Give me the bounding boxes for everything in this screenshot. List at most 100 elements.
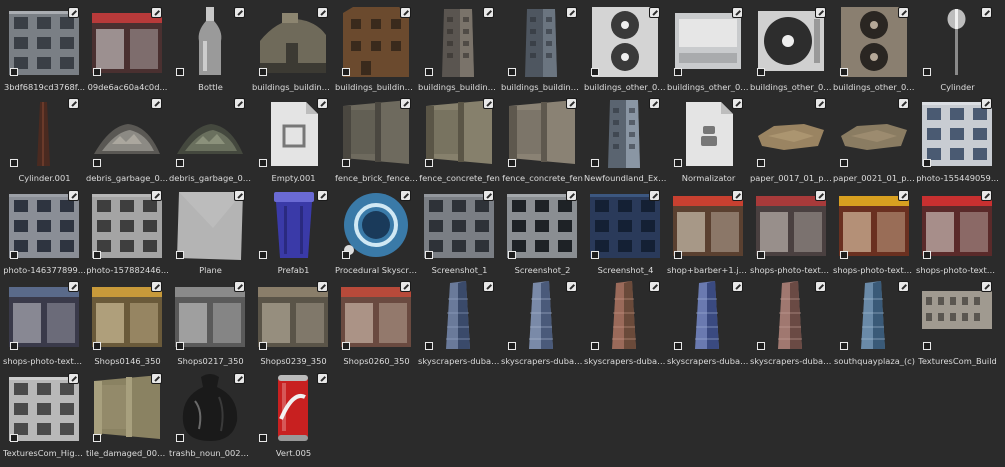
asset-tile[interactable]: skyscrapers-dubai-... <box>667 276 750 367</box>
edit-icon[interactable] <box>732 7 743 18</box>
asset-tile[interactable]: shop+barber+1.jp... <box>667 185 750 276</box>
edit-icon[interactable] <box>566 281 577 293</box>
asset-tile[interactable]: paper_0017_01_pr... <box>750 93 833 184</box>
edit-icon[interactable] <box>566 7 577 18</box>
asset-tile[interactable]: TexturesCom_High... <box>3 368 86 459</box>
edit-icon[interactable] <box>317 7 328 18</box>
edit-icon[interactable] <box>234 372 245 384</box>
asset-tile[interactable]: buildings_other_00... <box>833 2 916 93</box>
asset-tile[interactable]: shops-photo-textur... <box>3 276 86 367</box>
asset-tile[interactable]: photo-155449059... <box>916 93 999 184</box>
asset-tile[interactable]: Newfoundland_Ext-... <box>584 93 667 184</box>
asset-tile[interactable]: Plane <box>169 185 252 276</box>
edit-icon[interactable] <box>151 98 162 110</box>
asset-tile[interactable]: debris_garbage_00... <box>86 93 169 184</box>
asset-tile[interactable]: photo-146377899... <box>3 185 86 276</box>
asset-tile[interactable]: TexturesCom_Build <box>916 276 999 367</box>
asset-tile[interactable]: Procedural Skyscra... <box>335 185 418 276</box>
asset-tile[interactable]: fence_concrete_fen <box>418 93 501 184</box>
asset-tile[interactable]: 3bdf6819cd3768f... <box>3 2 86 93</box>
asset-tile[interactable]: Shops0217_350 <box>169 276 252 367</box>
edit-icon[interactable] <box>317 281 328 293</box>
asset-tile[interactable]: buildings_buildings... <box>252 2 335 93</box>
edit-icon[interactable] <box>151 281 162 293</box>
asset-tile[interactable]: skyscrapers-dubai-... <box>750 276 833 367</box>
edit-icon[interactable] <box>649 98 660 110</box>
edit-icon[interactable] <box>649 7 660 18</box>
edit-icon[interactable] <box>317 98 328 110</box>
asset-tile[interactable]: skyscrapers-dubai-... <box>418 276 501 367</box>
asset-tile[interactable]: buildings_buildings... <box>335 2 418 93</box>
edit-icon[interactable] <box>815 98 826 110</box>
edit-icon[interactable] <box>68 189 79 201</box>
asset-tile[interactable]: Screenshot_1 <box>418 185 501 276</box>
edit-icon[interactable] <box>815 189 826 201</box>
edit-icon[interactable] <box>317 189 328 201</box>
edit-icon[interactable] <box>400 281 411 293</box>
edit-icon[interactable] <box>732 189 743 201</box>
edit-icon[interactable] <box>732 281 743 293</box>
edit-icon[interactable] <box>68 7 79 18</box>
edit-icon[interactable] <box>898 7 909 18</box>
asset-tile[interactable]: fence_concrete_fen <box>501 93 584 184</box>
asset-tile[interactable]: Shops0239_350 <box>252 276 335 367</box>
asset-tile[interactable]: Normalizator <box>667 93 750 184</box>
edit-icon[interactable] <box>483 7 494 18</box>
edit-icon[interactable] <box>68 98 79 110</box>
edit-icon[interactable] <box>317 372 328 384</box>
edit-icon[interactable] <box>649 281 660 293</box>
asset-tile[interactable]: Screenshot_2 <box>501 185 584 276</box>
edit-icon[interactable] <box>483 281 494 293</box>
asset-tile[interactable]: Screenshot_4 <box>584 185 667 276</box>
asset-tile[interactable]: trashb_noun_002_... <box>169 368 252 459</box>
asset-tile[interactable]: 09de6ac60a4c0d... <box>86 2 169 93</box>
asset-tile[interactable]: buildings_other_00... <box>667 2 750 93</box>
edit-icon[interactable] <box>68 372 79 384</box>
asset-tile[interactable]: Shops0260_350 <box>335 276 418 367</box>
asset-tile[interactable]: Shops0146_350 <box>86 276 169 367</box>
asset-tile[interactable]: tile_damaged_000... <box>86 368 169 459</box>
edit-icon[interactable] <box>234 281 245 293</box>
edit-icon[interactable] <box>400 189 411 201</box>
edit-icon[interactable] <box>981 98 992 110</box>
edit-icon[interactable] <box>483 98 494 110</box>
edit-icon[interactable] <box>981 7 992 18</box>
edit-icon[interactable] <box>981 281 992 293</box>
asset-tile[interactable]: debris_garbage_00... <box>169 93 252 184</box>
edit-icon[interactable] <box>400 98 411 110</box>
asset-tile[interactable]: buildings_buildings... <box>501 2 584 93</box>
edit-icon[interactable] <box>566 189 577 201</box>
asset-tile[interactable]: Cylinder <box>916 2 999 93</box>
edit-icon[interactable] <box>151 372 162 384</box>
edit-icon[interactable] <box>151 7 162 18</box>
asset-tile[interactable]: southquayplaza_(c) <box>833 276 916 367</box>
edit-icon[interactable] <box>898 189 909 201</box>
edit-icon[interactable] <box>234 7 245 18</box>
edit-icon[interactable] <box>649 189 660 201</box>
asset-tile[interactable]: Bottle <box>169 2 252 93</box>
asset-tile[interactable]: paper_0021_01_pr... <box>833 93 916 184</box>
edit-icon[interactable] <box>68 281 79 293</box>
edit-icon[interactable] <box>400 7 411 18</box>
asset-tile[interactable]: photo-157882446... <box>86 185 169 276</box>
edit-icon[interactable] <box>981 189 992 201</box>
asset-tile[interactable]: buildings_other_00... <box>584 2 667 93</box>
asset-tile[interactable]: Empty.001 <box>252 93 335 184</box>
asset-tile[interactable]: Cylinder.001 <box>3 93 86 184</box>
asset-tile[interactable]: buildings_other_00... <box>750 2 833 93</box>
asset-tile[interactable]: buildings_buildings... <box>418 2 501 93</box>
asset-tile[interactable]: Prefab1 <box>252 185 335 276</box>
edit-icon[interactable] <box>732 98 743 110</box>
edit-icon[interactable] <box>898 281 909 293</box>
asset-tile[interactable]: shops-photo-textur... <box>916 185 999 276</box>
asset-tile[interactable]: Vert.005 <box>252 368 335 459</box>
edit-icon[interactable] <box>898 98 909 110</box>
asset-tile[interactable]: shops-photo-textur... <box>833 185 916 276</box>
edit-icon[interactable] <box>566 98 577 110</box>
edit-icon[interactable] <box>815 7 826 18</box>
asset-tile[interactable]: skyscrapers-dubai-... <box>501 276 584 367</box>
edit-icon[interactable] <box>151 189 162 201</box>
asset-tile[interactable]: skyscrapers-dubai-... <box>584 276 667 367</box>
edit-icon[interactable] <box>483 189 494 201</box>
asset-tile[interactable]: shops-photo-textur... <box>750 185 833 276</box>
